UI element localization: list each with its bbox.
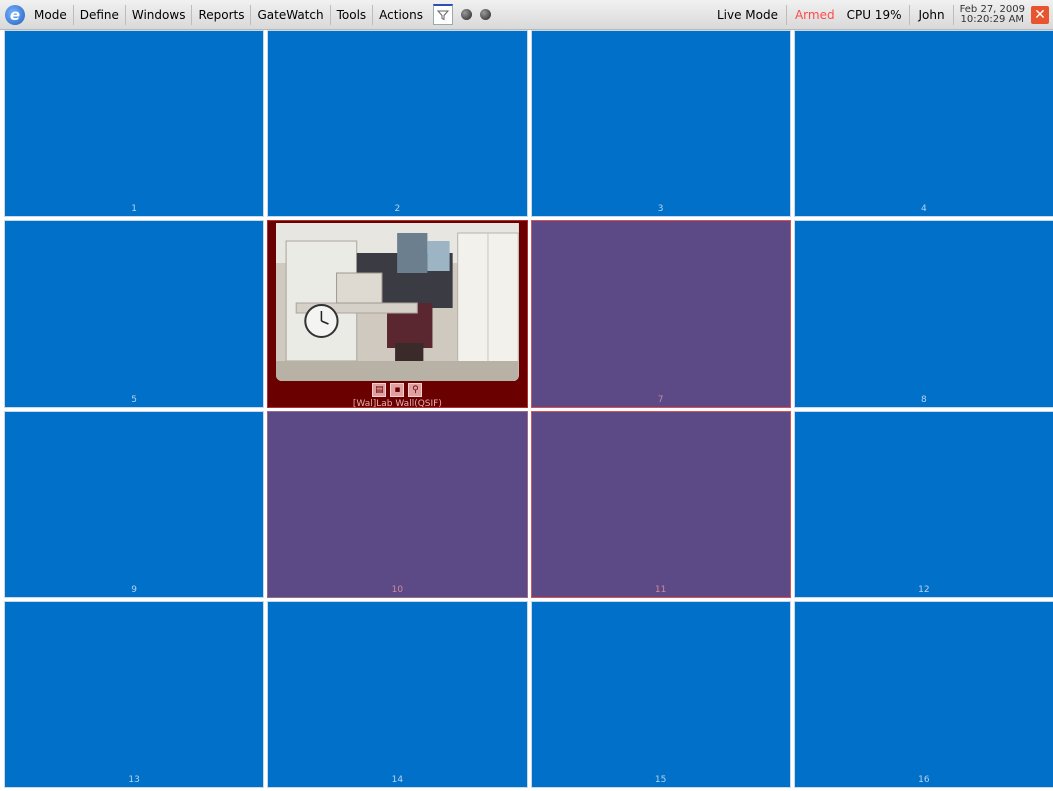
menu-actions[interactable]: Actions: [375, 0, 427, 30]
cell-number: 13: [128, 775, 140, 785]
camera-control-icon[interactable]: ▤: [372, 383, 387, 398]
menubar: e Mode Define Windows Reports GateWatch …: [0, 0, 1053, 30]
camera-cell-12[interactable]: 12: [793, 410, 1053, 598]
cell-number: 10: [391, 584, 404, 595]
separator: [785, 4, 787, 25]
cell-number: 5: [131, 394, 137, 405]
user-name[interactable]: John: [912, 0, 950, 30]
camera-label: [Wal]Lab Wall(QSIF): [352, 399, 442, 410]
camera-cell-3[interactable]: 3: [530, 30, 791, 218]
cell-number: 14: [391, 775, 404, 785]
camera-grid: 1 2 3 4 5 ▤ ▪ ⚲ [Wal]Lab Wall(QSIF) 7 8 …: [4, 30, 1053, 788]
camera-cell-2[interactable]: 2: [267, 30, 528, 218]
camera-cell-15[interactable]: 15: [530, 600, 791, 788]
camera-cell-5[interactable]: 5: [4, 220, 265, 408]
camera-cell-14[interactable]: 14: [267, 600, 528, 788]
cell-number: 4: [921, 204, 927, 215]
separator: [372, 4, 374, 25]
menu-define[interactable]: Define: [76, 0, 123, 30]
status-dot-icon[interactable]: [461, 9, 472, 20]
separator: [72, 4, 74, 25]
status-dot-icon[interactable]: [480, 9, 491, 20]
cell-number: 12: [918, 584, 930, 595]
separator: [124, 4, 126, 25]
cell-number: 1: [131, 204, 137, 215]
camera-cell-13[interactable]: 13: [4, 600, 265, 788]
camera-cell-6-active[interactable]: ▤ ▪ ⚲ [Wal]Lab Wall(QSIF) 6: [267, 220, 528, 410]
armed-status[interactable]: Armed: [789, 0, 841, 30]
app-logo-icon[interactable]: e: [5, 4, 25, 25]
cell-number: 3: [657, 204, 664, 215]
menu-reports[interactable]: Reports: [194, 0, 248, 30]
camera-control-icon[interactable]: ▪: [390, 383, 405, 398]
date-text: Feb 27, 2009: [959, 3, 1025, 15]
camera-cell-9[interactable]: 9: [4, 410, 265, 598]
separator: [909, 4, 911, 25]
mode-status[interactable]: Live Mode: [711, 0, 784, 30]
camera-cell-8[interactable]: 8: [793, 220, 1053, 408]
separator: [191, 4, 193, 25]
camera-cell-7[interactable]: 7: [530, 220, 791, 408]
time-text: 10:20:29 AM: [960, 13, 1025, 25]
menu-windows[interactable]: Windows: [128, 0, 190, 30]
camera-control-icon[interactable]: ⚲: [408, 383, 423, 398]
cell-number: 8: [921, 394, 927, 405]
camera-cell-11[interactable]: 11: [530, 410, 791, 598]
cell-number: 15: [654, 775, 667, 785]
cpu-status: CPU 19%: [846, 7, 902, 22]
cell-number: 16: [918, 775, 930, 785]
camera-cell-1[interactable]: 1: [4, 30, 265, 218]
menu-mode[interactable]: Mode: [30, 0, 71, 30]
separator: [250, 4, 252, 25]
close-icon[interactable]: ✕: [1031, 5, 1049, 24]
cell-number: 11: [654, 584, 667, 595]
cell-number: 2: [394, 204, 401, 215]
funnel-icon[interactable]: [433, 4, 453, 25]
camera-cell-10[interactable]: 10: [267, 410, 528, 598]
camera-cell-4[interactable]: 4: [793, 30, 1053, 218]
separator: [952, 4, 954, 25]
datetime: Feb 27, 2009 10:20:29 AM: [956, 3, 1029, 25]
separator: [329, 4, 331, 25]
menu-tools[interactable]: Tools: [333, 0, 371, 30]
cell-number: 9: [131, 584, 137, 595]
camera-cell-16[interactable]: 16: [793, 600, 1053, 788]
menu-gatewatch[interactable]: GateWatch: [253, 0, 327, 30]
camera-video-feed[interactable]: [276, 223, 519, 382]
camera-controls: ▤ ▪ ⚲: [268, 383, 526, 398]
cell-number: 7: [657, 394, 664, 405]
